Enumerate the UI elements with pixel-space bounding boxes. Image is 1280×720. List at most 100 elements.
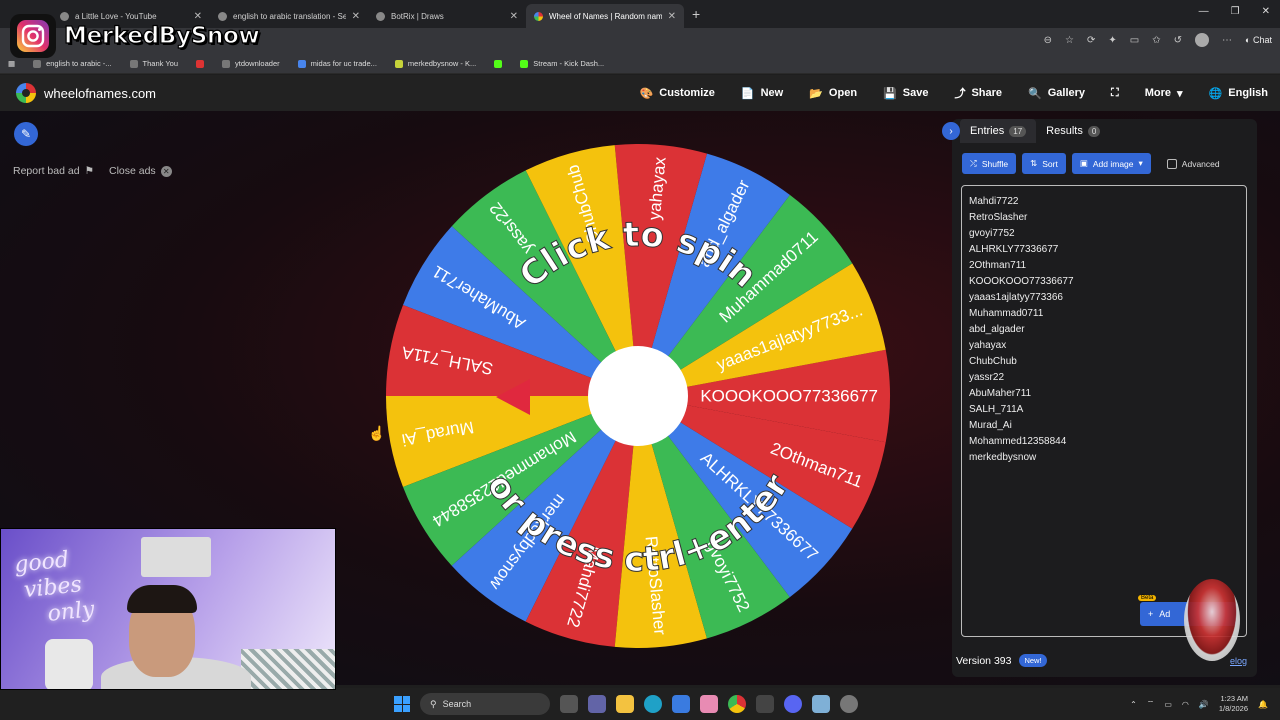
shuffle-button[interactable]: ⤮ Shuffle [962, 153, 1017, 174]
bookmark[interactable]: ytdownloader [222, 59, 280, 68]
new-tab-button[interactable]: + [692, 6, 700, 22]
menu-icon[interactable]: ⋯ [1222, 35, 1232, 46]
neon-sign: good vibes only [13, 547, 96, 630]
new-badge[interactable]: New! [1019, 654, 1047, 667]
pencil-icon: ✎ [20, 127, 32, 141]
notification-icon[interactable]: 🔔 [1258, 700, 1268, 709]
taskbar-search[interactable]: ⚲ Search [420, 693, 550, 715]
puzzle-icon[interactable]: ✦ [1108, 35, 1116, 46]
browser-tab[interactable]: BotRix | Draws ✕ [368, 4, 526, 28]
report-ad-link[interactable]: Report bad ad ⚑ [13, 165, 94, 177]
entry-line[interactable]: AbuMaher711 [969, 386, 1239, 402]
display-icon[interactable]: ▭ [1164, 700, 1172, 709]
settings-icon[interactable] [840, 695, 858, 713]
bookmark[interactable] [494, 59, 503, 68]
save-button[interactable]: 💾 Save [883, 87, 928, 100]
fullscreen-button[interactable]: ⛶ [1111, 87, 1119, 100]
entry-line[interactable]: ALHRKLY77336677 [969, 242, 1239, 258]
notepad-icon[interactable] [812, 695, 830, 713]
tab-results[interactable]: Results 0 [1036, 119, 1110, 143]
version-label: Version 393 [956, 654, 1012, 667]
nav-label: More [1144, 87, 1172, 99]
history-icon[interactable]: ↺ [1174, 35, 1182, 46]
entry-line[interactable]: ChubChub [969, 354, 1239, 370]
entries-textarea[interactable]: Mahdi7722 RetroSlasher gvoyi7752 ALHRKLY773… [961, 185, 1247, 637]
edge-icon[interactable] [644, 695, 662, 713]
changelog-link[interactable]: elog [1230, 656, 1247, 666]
entry-line[interactable]: Murad_Ai [969, 418, 1239, 434]
entry-line[interactable]: yassr22 [969, 370, 1239, 386]
bookmark[interactable]: midas for uc trade... [297, 59, 377, 68]
minimize-icon[interactable]: — [1199, 6, 1209, 17]
entry-line[interactable]: Mohammed12358844 [969, 434, 1239, 450]
entry-line[interactable]: Mahdi7722 [969, 194, 1239, 210]
bookmark[interactable]: merkedbysnow - K... [394, 59, 476, 68]
windows-start-icon[interactable] [394, 696, 410, 712]
customize-button[interactable]: 🎨 Customize [640, 87, 715, 100]
share-button[interactable]: ⤴ Share [954, 85, 1002, 101]
entry-line[interactable]: RetroSlasher [969, 210, 1239, 226]
brand[interactable]: wheelofnames.com [16, 83, 156, 103]
entry-line[interactable]: yaaas1ajlatyy773366 [969, 290, 1239, 306]
favorites-icon[interactable]: ✩ [1152, 35, 1160, 46]
bookmark-label: midas for uc trade... [310, 59, 377, 68]
gallery-button[interactable]: 🔍 Gallery [1028, 87, 1085, 100]
entry-line[interactable]: abd_algader [969, 322, 1239, 338]
close-icon[interactable]: ✕ [352, 11, 360, 22]
edit-button[interactable]: ✎ [14, 122, 38, 146]
entry-line[interactable]: KOOOKOOO77336677 [969, 274, 1239, 290]
bookmark[interactable] [196, 59, 204, 68]
add-image-button[interactable]: ▣ Add image ▾ [1071, 153, 1151, 174]
apps-icon[interactable]: ▦ [8, 59, 15, 68]
advanced-checkbox[interactable] [1166, 158, 1177, 169]
bookmark[interactable]: english to arabic -... [33, 59, 112, 68]
chevron-down-icon: ▾ [1177, 87, 1183, 100]
chrome-icon[interactable] [728, 695, 746, 713]
close-ads-link[interactable]: Close ads ✕ [109, 165, 172, 177]
restore-icon[interactable]: ❐ [1231, 6, 1240, 17]
split-icon[interactable]: ▭ [1130, 35, 1139, 46]
extension-icon[interactable]: ⟳ [1087, 35, 1095, 46]
new-button[interactable]: 📄 New [741, 87, 783, 100]
zoom-icon[interactable]: ⊖ [1044, 35, 1052, 46]
profile-avatar[interactable] [1195, 33, 1210, 47]
pink-app-icon[interactable] [700, 695, 718, 713]
clock[interactable]: 1:23 AM 1/8/2026 [1219, 694, 1248, 714]
close-icon[interactable]: ✕ [668, 11, 676, 22]
entry-line[interactable]: gvoyi7752 [969, 226, 1239, 242]
bookmark[interactable]: Stream - Kick Dash... [520, 59, 604, 68]
spin-wheel[interactable]: KOOOKOOO77336677 yaaas1ajlatyy7733... Muha… [382, 140, 894, 652]
chevron-up-icon[interactable]: ⌃ [1130, 700, 1137, 709]
wheel-graphic[interactable]: KOOOKOOO77336677yaaas1ajlatyy7733...Muha… [382, 140, 894, 652]
close-window-icon[interactable]: ✕ [1262, 6, 1270, 17]
entry-line[interactable]: yahayax [969, 338, 1239, 354]
wheel-center[interactable] [588, 346, 688, 446]
taskbar: ⚲ Search ⌃ ⌔ ▭ ◠ 🔊 1:23 AM 1/8/2026 🔔 [0, 688, 1280, 720]
tab-entries[interactable]: Entries 17 [960, 119, 1037, 143]
chat-button[interactable]: ◐ Chat [1245, 35, 1272, 45]
app-icon[interactable] [756, 695, 774, 713]
entry-line[interactable]: SALH_711A [969, 402, 1239, 418]
close-icon[interactable]: ✕ [510, 11, 518, 22]
network-icon[interactable]: ⌔ [1147, 699, 1155, 709]
file-explorer-icon[interactable] [616, 695, 634, 713]
store-icon[interactable] [672, 695, 690, 713]
open-button[interactable]: 📂 Open [809, 87, 857, 100]
chevron-right-icon[interactable]: › [942, 122, 960, 140]
sort-button[interactable]: ⇅ Sort [1022, 153, 1066, 174]
volume-icon[interactable]: 🔊 [1199, 700, 1209, 709]
discord-icon[interactable] [784, 695, 802, 713]
browser-tab-active[interactable]: Wheel of Names | Random name ✕ [526, 4, 684, 28]
wifi-icon[interactable]: ◠ [1182, 700, 1189, 709]
teams-icon[interactable] [588, 695, 606, 713]
entry-line[interactable]: merkedbysnow [969, 450, 1239, 466]
more-button[interactable]: More ▾ [1145, 87, 1183, 100]
entry-line[interactable]: Muhammad0711 [969, 306, 1239, 322]
star-icon[interactable]: ☆ [1065, 35, 1074, 46]
entry-line[interactable]: 2Othman711 [969, 258, 1239, 274]
advanced-toggle[interactable]: Advanced [1166, 158, 1220, 169]
language-button[interactable]: 🌐 English [1209, 87, 1268, 100]
task-view-icon[interactable] [560, 695, 578, 713]
bookmark[interactable]: Thank You [129, 59, 178, 68]
button-label: Ad [1159, 609, 1171, 619]
